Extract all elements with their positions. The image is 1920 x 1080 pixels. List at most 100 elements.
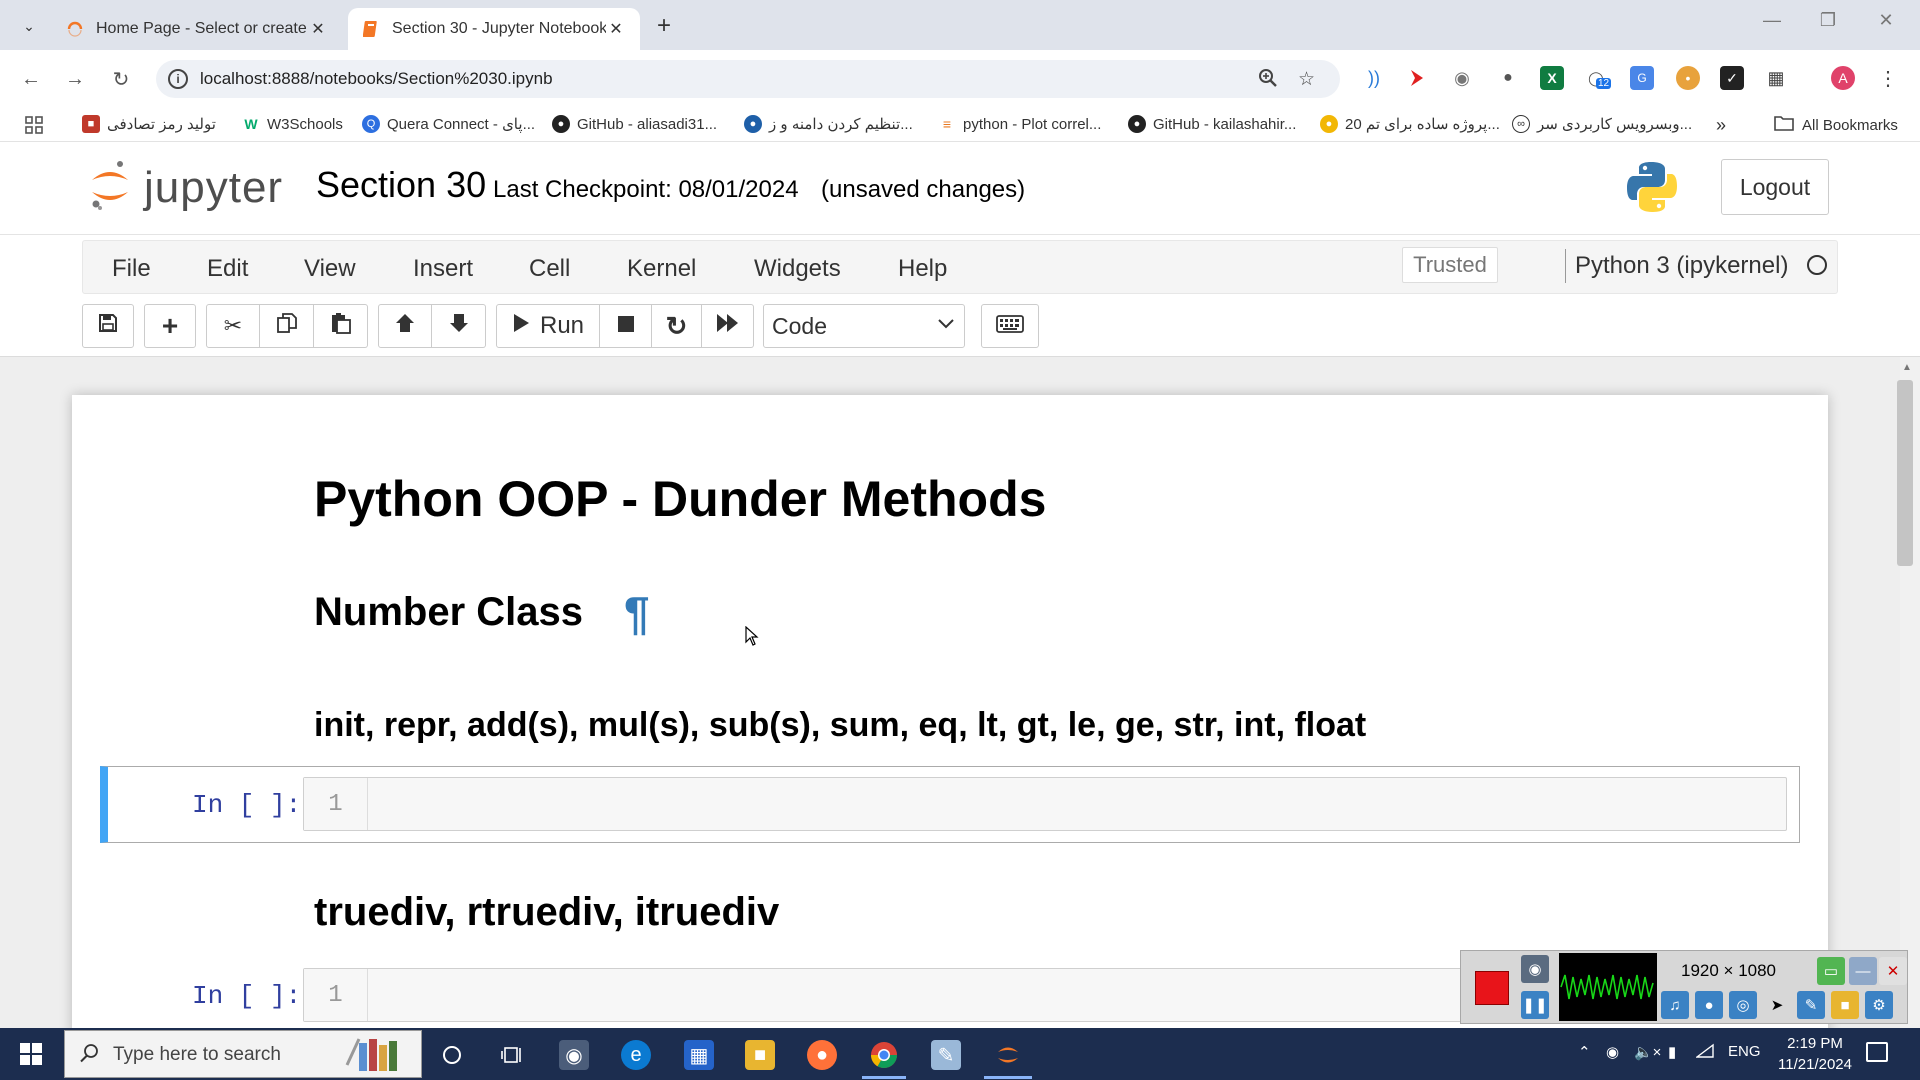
- address-bar[interactable]: i localhost:8888/notebooks/Section%2030.…: [156, 60, 1340, 98]
- extension-badge-icon[interactable]: ◯ 12: [1584, 66, 1612, 90]
- webcam-icon[interactable]: ◎: [1729, 991, 1757, 1019]
- bookmark-item[interactable]: ∞ وبسرویس کاربردی سر...: [1512, 115, 1692, 133]
- pause-icon[interactable]: ❚❚: [1521, 991, 1549, 1019]
- copy-button[interactable]: [260, 304, 314, 348]
- task-view-icon[interactable]: [497, 1040, 527, 1070]
- microphone-icon[interactable]: ●: [1695, 991, 1723, 1019]
- battery-icon[interactable]: ▮: [1668, 1043, 1676, 1061]
- bookmark-item[interactable]: ● GitHub - kailashahir...: [1128, 115, 1296, 133]
- menu-view[interactable]: View: [304, 255, 356, 283]
- windows-start-icon[interactable]: [20, 1043, 42, 1065]
- notepad-app-icon[interactable]: ✎: [931, 1040, 961, 1070]
- new-tab-button[interactable]: +: [650, 12, 678, 40]
- volume-muted-icon[interactable]: 🔈×: [1634, 1043, 1661, 1061]
- interrupt-kernel-button[interactable]: [600, 304, 652, 348]
- minimize-window-button[interactable]: —: [1752, 10, 1792, 31]
- profile-avatar[interactable]: A: [1831, 66, 1855, 90]
- extension-dark-icon[interactable]: ✓: [1720, 66, 1744, 90]
- jupyter-logo[interactable]: jupyter: [90, 158, 283, 217]
- minimize-icon[interactable]: —: [1849, 957, 1877, 985]
- notebook-name[interactable]: Section 30: [316, 164, 486, 206]
- extension-red-arrow-icon[interactable]: [1404, 66, 1428, 90]
- trusted-indicator[interactable]: Trusted: [1402, 247, 1498, 283]
- save-button[interactable]: [82, 304, 134, 348]
- close-icon[interactable]: ✕: [1879, 957, 1907, 985]
- move-up-button[interactable]: [378, 304, 432, 348]
- anchor-link[interactable]: ¶: [624, 586, 650, 640]
- wifi-icon[interactable]: [1694, 1043, 1714, 1063]
- taskbar-clock[interactable]: 2:19 PM 11/21/2024: [1770, 1033, 1860, 1075]
- extensions-puzzle-icon[interactable]: ▦: [1764, 66, 1788, 90]
- extension-wave-icon[interactable]: )): [1362, 66, 1386, 90]
- more-bookmarks-button[interactable]: »: [1716, 115, 1726, 136]
- cut-button[interactable]: ✂: [206, 304, 260, 348]
- bookmark-item[interactable]: ● 20 پروژه ساده برای تم...: [1320, 115, 1500, 133]
- back-button[interactable]: ←: [16, 64, 46, 94]
- camera-icon[interactable]: ◉: [1450, 66, 1474, 90]
- menu-help[interactable]: Help: [898, 255, 947, 283]
- code-input[interactable]: 1: [303, 777, 1787, 831]
- stop-recording-button[interactable]: [1475, 971, 1509, 1005]
- cookie-icon[interactable]: •: [1676, 66, 1700, 90]
- restore-window-button[interactable]: ❐: [1808, 10, 1848, 31]
- kernel-name[interactable]: Python 3 (ipykernel): [1575, 252, 1788, 280]
- heading-h1[interactable]: Python OOP - Dunder Methods: [314, 470, 1046, 528]
- menu-kernel[interactable]: Kernel: [627, 255, 696, 283]
- browser-menu-icon[interactable]: ⋮: [1876, 66, 1900, 90]
- chrome-icon[interactable]: [869, 1040, 899, 1070]
- notification-center-icon[interactable]: [1866, 1042, 1888, 1062]
- restart-kernel-button[interactable]: ↻: [652, 304, 702, 348]
- menu-file[interactable]: File: [112, 255, 151, 283]
- pen-icon[interactable]: ✎: [1797, 991, 1825, 1019]
- logout-button[interactable]: Logout: [1721, 159, 1829, 215]
- menu-cell[interactable]: Cell: [529, 255, 570, 283]
- bookmark-item[interactable]: ■ تولید رمز تصادفی: [82, 115, 216, 133]
- all-bookmarks-button[interactable]: All Bookmarks: [1774, 115, 1898, 135]
- zoom-icon[interactable]: [1258, 68, 1278, 94]
- paint-app-icon[interactable]: ◉: [559, 1040, 589, 1070]
- code-input[interactable]: 1: [303, 968, 1463, 1022]
- microsoft-store-icon[interactable]: ▦: [684, 1040, 714, 1070]
- close-icon[interactable]: ✕: [606, 19, 626, 39]
- cursor-icon[interactable]: ➤: [1763, 991, 1791, 1019]
- menu-edit[interactable]: Edit: [207, 255, 248, 283]
- tray-app-icon[interactable]: ◉: [1606, 1043, 1619, 1061]
- move-down-button[interactable]: [432, 304, 486, 348]
- forward-button[interactable]: →: [60, 64, 90, 94]
- heading-h2[interactable]: Number Class: [314, 590, 583, 635]
- bookmark-item[interactable]: ≡ python - Plot correl...: [938, 115, 1101, 133]
- restart-run-all-button[interactable]: [702, 304, 754, 348]
- bookmark-item[interactable]: Q Quera Connect - پای...: [362, 115, 535, 133]
- scrollbar-thumb[interactable]: [1897, 380, 1913, 566]
- menu-insert[interactable]: Insert: [413, 255, 473, 283]
- settings-gear-icon[interactable]: ⚙: [1865, 991, 1893, 1019]
- bookmark-item[interactable]: W W3Schools: [242, 115, 343, 133]
- taskbar-search-box[interactable]: Type here to search: [64, 1030, 422, 1078]
- fullscreen-icon[interactable]: ▭: [1817, 957, 1845, 985]
- record-icon[interactable]: ●: [1496, 66, 1520, 90]
- cortana-icon[interactable]: [437, 1040, 467, 1070]
- heading-h3-truediv[interactable]: truediv, rtruediv, itruediv: [314, 890, 779, 935]
- close-window-button[interactable]: ✕: [1866, 10, 1906, 31]
- bookmark-item[interactable]: ● GitHub - aliasadi31...: [552, 115, 717, 133]
- file-explorer-icon[interactable]: ■: [745, 1040, 775, 1070]
- close-icon[interactable]: ✕: [308, 19, 328, 39]
- translate-icon[interactable]: G: [1630, 66, 1654, 90]
- apps-grid-icon[interactable]: [24, 115, 44, 135]
- heading-h3-dunder-list[interactable]: init, repr, add(s), mul(s), sub(s), sum,…: [314, 706, 1366, 745]
- command-palette-button[interactable]: [981, 304, 1039, 348]
- firefox-icon[interactable]: ●: [807, 1040, 837, 1070]
- tab-home-page[interactable]: Home Page - Select or create a notebook …: [52, 8, 342, 50]
- run-button[interactable]: Run: [496, 304, 600, 348]
- camera-icon[interactable]: ◉: [1521, 955, 1549, 983]
- tab-search-button[interactable]: ⌄: [14, 13, 44, 39]
- folder-icon[interactable]: ■: [1831, 991, 1859, 1019]
- speaker-icon[interactable]: ♫: [1661, 991, 1689, 1019]
- tab-section-30[interactable]: Section 30 - Jupyter Notebook ✕: [348, 8, 640, 50]
- site-info-icon[interactable]: i: [168, 69, 188, 89]
- scroll-up-icon[interactable]: ▲: [1902, 362, 1912, 373]
- excel-extension-icon[interactable]: X: [1540, 66, 1564, 90]
- input-language[interactable]: ENG: [1728, 1043, 1761, 1060]
- edge-browser-icon[interactable]: e: [621, 1040, 651, 1070]
- insert-cell-button[interactable]: +: [144, 304, 196, 348]
